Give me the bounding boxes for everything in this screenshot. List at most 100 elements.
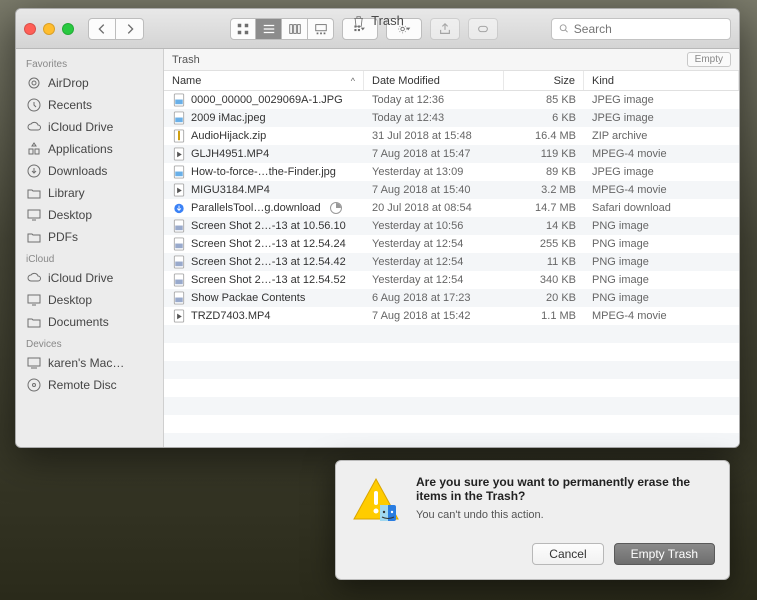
file-row[interactable]: Screen Shot 2…-13 at 10.56.10Yesterday a… bbox=[164, 217, 739, 235]
file-row[interactable]: Show Packae Contents6 Aug 2018 at 17:232… bbox=[164, 289, 739, 307]
file-name: 2009 iMac.jpeg bbox=[191, 112, 266, 124]
file-row[interactable]: Screen Shot 2…-13 at 12.54.42 Yesterday a… bbox=[164, 253, 739, 271]
sidebar-item[interactable]: Applications bbox=[16, 138, 163, 160]
file-name: GLJH4951.MP4 bbox=[191, 148, 269, 160]
file-date: 7 Aug 2018 at 15:40 bbox=[364, 184, 504, 196]
forward-button[interactable] bbox=[116, 18, 144, 40]
sidebar-item[interactable]: AirDrop bbox=[16, 72, 163, 94]
file-kind: PNG image bbox=[584, 220, 739, 232]
file-name: ParallelsTool…g.download bbox=[191, 202, 321, 214]
sidebar-item-label: Downloads bbox=[48, 164, 107, 178]
cloud-icon bbox=[26, 119, 42, 135]
grid-icon bbox=[236, 22, 250, 36]
window-controls bbox=[24, 23, 74, 35]
apps-icon bbox=[26, 141, 42, 157]
file-row[interactable]: MIGU3184.MP47 Aug 2018 at 15:403.2 MBMPE… bbox=[164, 181, 739, 199]
tags-group bbox=[468, 18, 498, 40]
file-row[interactable]: AudioHijack.zip31 Jul 2018 at 15:4816.4 … bbox=[164, 127, 739, 145]
back-button[interactable] bbox=[88, 18, 116, 40]
sidebar-item-label: Remote Disc bbox=[48, 378, 117, 392]
file-size: 85 KB bbox=[504, 94, 584, 106]
file-row[interactable]: How-to-force-…the-Finder.jpg Yesterday at… bbox=[164, 163, 739, 181]
sidebar-item[interactable]: karen's Mac… bbox=[16, 352, 163, 374]
sidebar-item[interactable]: Downloads bbox=[16, 160, 163, 182]
search-icon bbox=[558, 22, 570, 35]
file-name: MIGU3184.MP4 bbox=[191, 184, 270, 196]
file-row[interactable]: GLJH4951.MP47 Aug 2018 at 15:47119 KBMPE… bbox=[164, 145, 739, 163]
file-row[interactable]: TRZD7403.MP47 Aug 2018 at 15:421.1 MBMPE… bbox=[164, 307, 739, 325]
file-size: 11 KB bbox=[504, 256, 584, 268]
finder-window: Trash FavoritesAirDropRecentsiCloud Driv… bbox=[15, 8, 740, 448]
sidebar-item[interactable]: iCloud Drive bbox=[16, 267, 163, 289]
file-row[interactable]: 2009 iMac.jpegToday at 12:436 KBJPEG ima… bbox=[164, 109, 739, 127]
list-view-button[interactable] bbox=[256, 18, 282, 40]
file-size: 1.1 MB bbox=[504, 310, 584, 322]
file-kind: PNG image bbox=[584, 274, 739, 286]
sidebar-item[interactable]: Desktop bbox=[16, 289, 163, 311]
empty-button[interactable]: Empty bbox=[687, 52, 731, 67]
airdrop-icon bbox=[26, 75, 42, 91]
col-size[interactable]: Size bbox=[504, 71, 584, 90]
file-row[interactable]: Screen Shot 2…-13 at 12.54.52Yesterday a… bbox=[164, 271, 739, 289]
sidebar-item-label: iCloud Drive bbox=[48, 271, 113, 285]
sidebar-item-label: Desktop bbox=[48, 293, 92, 307]
sidebar-heading: Devices bbox=[16, 333, 163, 352]
tag-icon bbox=[476, 22, 490, 36]
file-date: Yesterday at 13:09 bbox=[364, 166, 504, 178]
file-name: Screen Shot 2…-13 at 12.54.52 bbox=[191, 274, 346, 286]
maximize-button[interactable] bbox=[62, 23, 74, 35]
file-size: 16.4 MB bbox=[504, 130, 584, 142]
file-size: 6 KB bbox=[504, 112, 584, 124]
folder-icon bbox=[26, 314, 42, 330]
file-icon bbox=[172, 165, 186, 179]
empty-row bbox=[164, 379, 739, 397]
file-name: Screen Shot 2…-13 at 12.54.42 bbox=[191, 256, 346, 268]
sidebar-item[interactable]: Desktop bbox=[16, 204, 163, 226]
col-date[interactable]: Date Modified bbox=[364, 71, 504, 90]
file-date: 7 Aug 2018 at 15:42 bbox=[364, 310, 504, 322]
cancel-button[interactable]: Cancel bbox=[532, 543, 603, 565]
tags-button[interactable] bbox=[468, 18, 498, 40]
progress-icon bbox=[330, 202, 342, 214]
empty-row bbox=[164, 433, 739, 447]
sidebar-item[interactable]: Recents bbox=[16, 94, 163, 116]
columns-icon bbox=[288, 22, 302, 36]
sidebar-item[interactable]: Remote Disc bbox=[16, 374, 163, 396]
file-kind: JPEG image bbox=[584, 94, 739, 106]
minimize-button[interactable] bbox=[43, 23, 55, 35]
icon-view-button[interactable] bbox=[230, 18, 256, 40]
search-field[interactable] bbox=[551, 18, 731, 40]
file-name: How-to-force-…the-Finder.jpg bbox=[191, 166, 336, 178]
dialog-title: Are you sure you want to permanently era… bbox=[416, 475, 715, 503]
col-kind[interactable]: Kind bbox=[584, 71, 739, 90]
sidebar-item[interactable]: iCloud Drive bbox=[16, 116, 163, 138]
search-input[interactable] bbox=[574, 22, 724, 36]
file-date: Yesterday at 12:54 bbox=[364, 238, 504, 250]
sidebar-item-label: karen's Mac… bbox=[48, 356, 124, 370]
file-row[interactable]: Screen Shot 2…-13 at 12.54.24Yesterday a… bbox=[164, 235, 739, 253]
gallery-view-button[interactable] bbox=[308, 18, 334, 40]
file-row[interactable]: 0000_00000_0029069A-1.JPGToday at 12:368… bbox=[164, 91, 739, 109]
file-date: Yesterday at 12:54 bbox=[364, 256, 504, 268]
path-label: Trash bbox=[172, 54, 200, 66]
share-button[interactable] bbox=[430, 18, 460, 40]
file-row[interactable]: ParallelsTool…g.download20 Jul 2018 at 0… bbox=[164, 199, 739, 217]
column-headers: Name ^ Date Modified Size Kind bbox=[164, 71, 739, 91]
file-date: Today at 12:43 bbox=[364, 112, 504, 124]
sidebar-item[interactable]: PDFs bbox=[16, 226, 163, 248]
close-button[interactable] bbox=[24, 23, 36, 35]
file-kind: ZIP archive bbox=[584, 130, 739, 142]
empty-trash-button[interactable]: Empty Trash bbox=[614, 543, 715, 565]
column-view-button[interactable] bbox=[282, 18, 308, 40]
file-kind: Safari download bbox=[584, 202, 739, 214]
sidebar-heading: iCloud bbox=[16, 248, 163, 267]
empty-row bbox=[164, 397, 739, 415]
folder-icon bbox=[26, 185, 42, 201]
sidebar-item[interactable]: Library bbox=[16, 182, 163, 204]
file-kind: PNG image bbox=[584, 238, 739, 250]
sort-indicator-icon: ^ bbox=[351, 76, 355, 86]
file-date: Today at 12:36 bbox=[364, 94, 504, 106]
sidebar-item[interactable]: Documents bbox=[16, 311, 163, 333]
col-name[interactable]: Name ^ bbox=[164, 71, 364, 90]
file-icon bbox=[172, 237, 186, 251]
